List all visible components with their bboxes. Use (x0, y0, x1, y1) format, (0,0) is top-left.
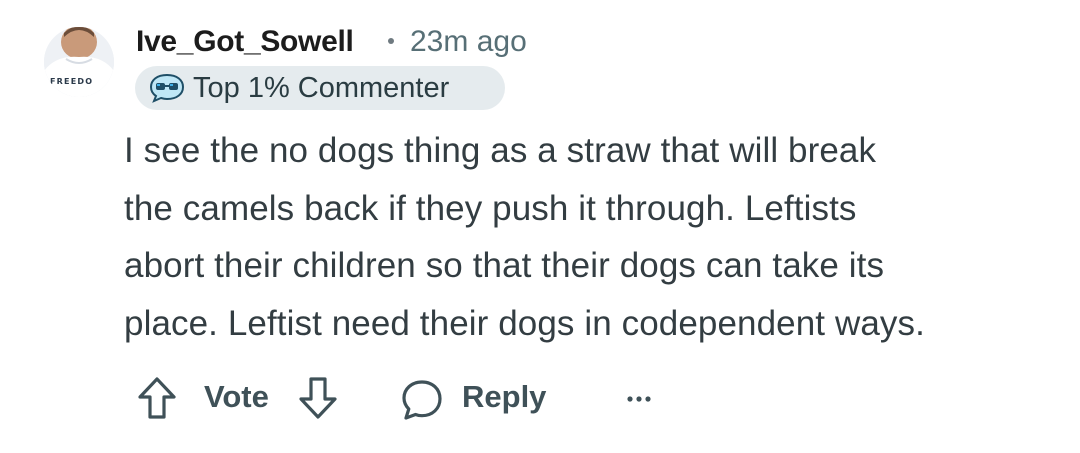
downvote-button[interactable] (295, 375, 341, 421)
comment: FREEDO Ive_Got_Sowell 23m ago Top 1% Com… (0, 0, 1080, 453)
reply-label: Reply (462, 379, 547, 414)
sunglasses-speech-bubble-icon (149, 73, 185, 103)
comment-body-line: the camels back if they push it through.… (124, 188, 857, 228)
user-avatar-image: FREEDO (44, 27, 114, 97)
avatar-shirt-text: FREEDO (50, 77, 93, 86)
ellipsis-icon (627, 396, 651, 402)
upvote-button[interactable] (134, 375, 180, 421)
meta-separator-dot (388, 38, 394, 44)
speech-bubble-icon (402, 380, 442, 420)
comment-body-line: abort their children so that their dogs … (124, 246, 885, 285)
avatar[interactable]: FREEDO (44, 27, 114, 97)
comment-body-line: place. Leftist need their dogs in codepe… (124, 303, 925, 343)
comment-action-bar: Vote Reply (0, 368, 1080, 428)
flair-label: Top 1% Commenter (193, 72, 450, 104)
username[interactable]: Ive_Got_Sowell (136, 24, 354, 60)
comment-body: I see the no dogs thing as a straw that … (124, 122, 1054, 352)
comment-body-line: I see the no dogs thing as a straw that … (124, 131, 877, 170)
arrow-up-outline-icon (138, 377, 176, 419)
arrow-down-outline-icon (299, 377, 337, 419)
more-options-button[interactable] (620, 382, 664, 412)
timestamp: 23m ago (410, 25, 527, 58)
reply-button[interactable]: Reply (398, 372, 558, 424)
vote-count-label: Vote (204, 379, 269, 414)
user-flair-badge[interactable]: Top 1% Commenter (135, 66, 505, 110)
